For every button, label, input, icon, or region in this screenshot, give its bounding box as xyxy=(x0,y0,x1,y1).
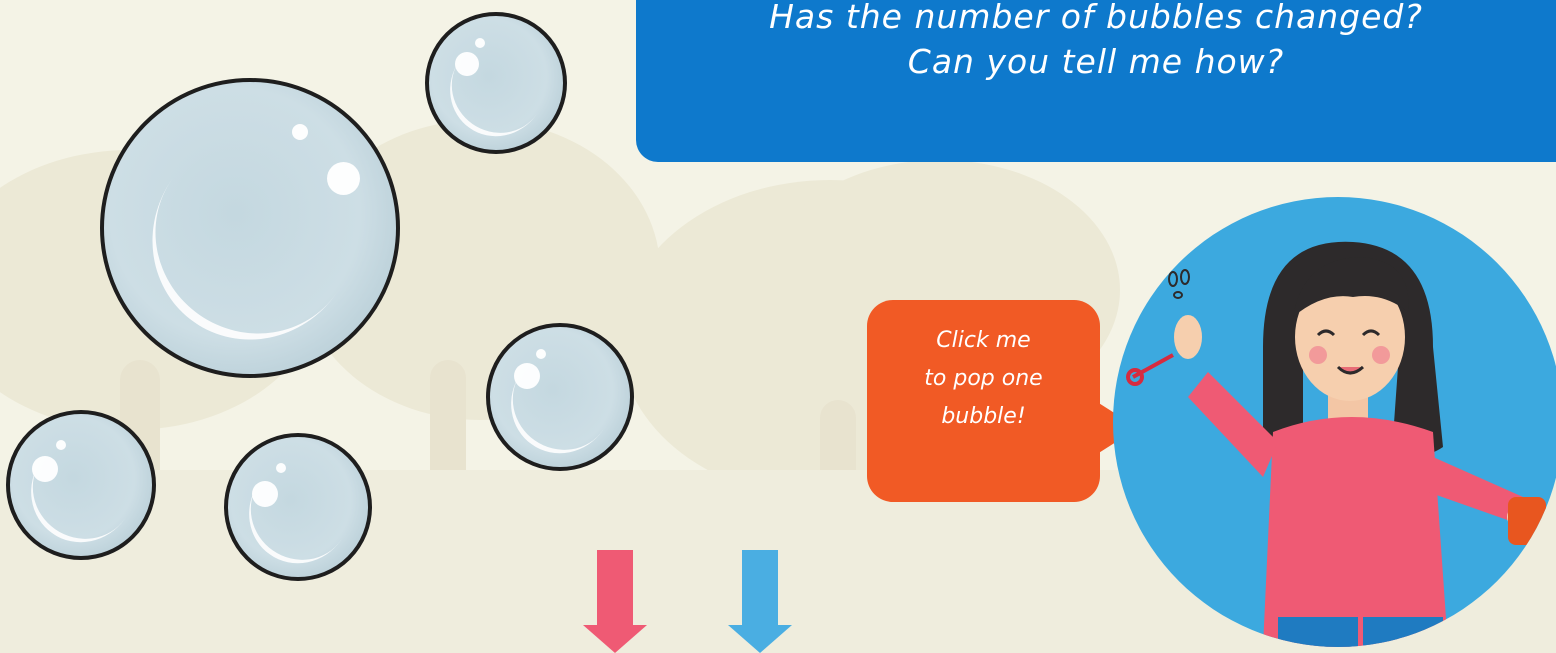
question-prompt: Has the number of bubbles changed? Can y… xyxy=(636,0,1556,162)
bubble-top-right[interactable] xyxy=(425,12,567,156)
down-arrow-icon[interactable] xyxy=(728,550,792,653)
character-illustration xyxy=(1126,241,1546,647)
bubble-middle-right[interactable] xyxy=(486,323,634,474)
bubble-large[interactable] xyxy=(100,78,400,380)
game-scene: Has the number of bubbles changed? Can y… xyxy=(0,0,1556,653)
prompt-line-2: Can you tell me how? xyxy=(907,42,1285,81)
bubble-bottom-left[interactable] xyxy=(6,410,156,563)
speech-bubble-text: Click me to pop one bubble! xyxy=(924,328,1043,429)
pop-bubble-button[interactable]: Click me to pop one bubble! xyxy=(867,300,1100,502)
girl-blowing-bubbles-icon[interactable] xyxy=(1113,197,1556,647)
down-arrow-icon[interactable] xyxy=(583,550,647,653)
prompt-line-1: Has the number of bubbles changed? xyxy=(769,0,1423,36)
bubble-bottom-middle[interactable] xyxy=(224,433,372,584)
